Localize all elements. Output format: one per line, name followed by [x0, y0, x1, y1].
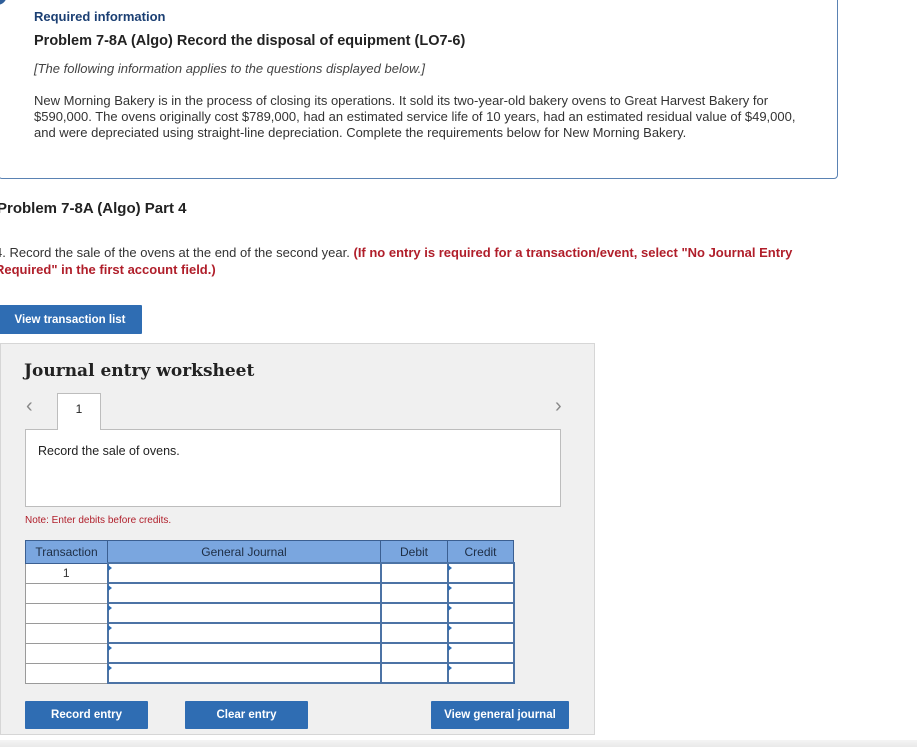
credit-input[interactable]	[446, 642, 515, 664]
table-row	[25, 622, 515, 644]
general-journal-input[interactable]	[106, 602, 382, 624]
required-info-label: Required information	[34, 9, 166, 24]
worksheet-tab-1[interactable]: 1	[57, 393, 101, 430]
journal-entry-table: Transaction General Journal Debit Credit…	[25, 540, 515, 684]
transaction-cell	[25, 662, 108, 684]
page-bottom-edge	[0, 740, 917, 747]
debits-note: Note: Enter debits before credits.	[25, 515, 172, 526]
cell-marker-icon	[107, 565, 112, 571]
transaction-cell	[25, 582, 108, 604]
table-row	[25, 602, 515, 624]
part-title: Problem 7-8A (Algo) Part 4	[0, 200, 187, 217]
transaction-cell	[25, 642, 108, 664]
cell-marker-icon	[107, 625, 112, 631]
applies-note: [The following information applies to th…	[34, 61, 425, 76]
credit-input[interactable]	[446, 662, 515, 684]
info-icon	[0, 0, 7, 5]
table-row: 1	[25, 562, 515, 584]
chevron-right-icon[interactable]: ›	[555, 396, 562, 416]
cell-marker-icon	[447, 605, 452, 611]
chevron-left-icon[interactable]: ‹	[26, 396, 33, 416]
debit-input[interactable]	[379, 642, 449, 664]
cell-marker-icon	[447, 645, 452, 651]
debit-input[interactable]	[379, 662, 449, 684]
required-info-panel	[0, 0, 838, 179]
table-row	[25, 582, 515, 604]
transaction-cell	[25, 622, 108, 644]
general-journal-input[interactable]	[106, 622, 382, 644]
cell-marker-icon	[107, 645, 112, 651]
cell-marker-icon	[107, 585, 112, 591]
credit-input[interactable]	[446, 602, 515, 624]
debit-input[interactable]	[379, 602, 449, 624]
general-journal-input[interactable]	[106, 662, 382, 684]
clear-entry-button[interactable]: Clear entry	[185, 701, 308, 729]
cell-marker-icon	[447, 565, 452, 571]
credit-input[interactable]	[446, 562, 515, 584]
general-journal-input[interactable]	[106, 642, 382, 664]
transaction-cell	[25, 602, 108, 624]
debit-input[interactable]	[379, 622, 449, 644]
worksheet-title: Journal entry worksheet	[24, 361, 255, 381]
view-general-journal-button[interactable]: View general journal	[431, 701, 569, 729]
column-header-debit: Debit	[380, 540, 448, 564]
record-instruction-box: Record the sale of ovens.	[25, 429, 561, 507]
problem-description: New Morning Bakery is in the process of …	[34, 93, 796, 140]
debit-input[interactable]	[379, 562, 449, 584]
column-header-general-journal: General Journal	[107, 540, 381, 564]
part-instruction: 4. Record the sale of the ovens at the e…	[0, 245, 825, 278]
table-header-row: Transaction General Journal Debit Credit	[25, 540, 514, 564]
cell-marker-icon	[107, 605, 112, 611]
column-header-credit: Credit	[447, 540, 514, 564]
instruction-text: 4. Record the sale of the ovens at the e…	[0, 245, 350, 260]
view-transaction-list-button[interactable]: View transaction list	[0, 305, 142, 334]
cell-marker-icon	[447, 625, 452, 631]
journal-entry-worksheet: Journal entry worksheet ‹ › 1 Record the…	[0, 343, 595, 735]
general-journal-input[interactable]	[106, 582, 382, 604]
problem-title: Problem 7-8A (Algo) Record the disposal …	[34, 33, 466, 49]
cell-marker-icon	[447, 585, 452, 591]
credit-input[interactable]	[446, 622, 515, 644]
cell-marker-icon	[447, 665, 452, 671]
column-header-transaction: Transaction	[25, 540, 108, 564]
table-row	[25, 642, 515, 664]
table-row	[25, 662, 515, 684]
cell-marker-icon	[107, 665, 112, 671]
debit-input[interactable]	[379, 582, 449, 604]
record-entry-button[interactable]: Record entry	[25, 701, 148, 729]
record-instruction-text: Record the sale of ovens.	[38, 444, 180, 458]
general-journal-input[interactable]	[106, 562, 382, 584]
credit-input[interactable]	[446, 582, 515, 604]
transaction-cell: 1	[25, 562, 108, 584]
